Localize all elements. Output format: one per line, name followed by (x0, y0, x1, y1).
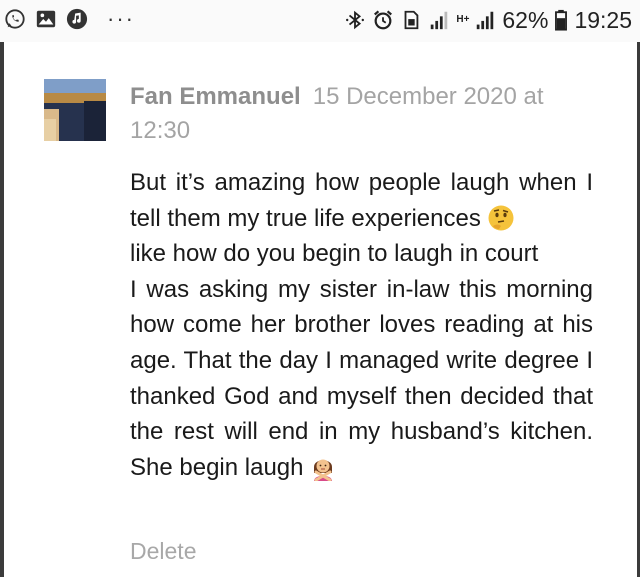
sim-icon (400, 9, 422, 31)
overflow-indicator: ··· (107, 6, 135, 31)
comment-main-paragraph: I was asking my sister in-law this morni… (130, 275, 593, 481)
music-icon (66, 8, 88, 30)
card-border-left (0, 42, 4, 577)
signal-icon (428, 9, 450, 31)
delete-button[interactable]: Delete (130, 534, 196, 568)
thinking-face-emoji-icon (487, 204, 515, 232)
comment-paragraph: I was asking my sister in-law this morni… (130, 272, 593, 486)
woman-gesturing-no-emoji-icon (309, 453, 337, 482)
comment-line-2: like how do you begin to laugh in court (130, 240, 539, 268)
bluetooth-icon (344, 9, 366, 31)
comment-author[interactable]: Fan Emmanuel (130, 83, 301, 110)
comment-paragraph: But it’s amazing how people laugh when I… (130, 165, 593, 236)
alarm-icon (372, 9, 394, 31)
status-bar: ··· H+ 62% 19:25 (0, 0, 640, 42)
battery-icon (554, 9, 568, 31)
comment-line-1: But it’s amazing how people laugh when I… (130, 169, 593, 232)
clock: 19:25 (574, 7, 632, 33)
signal-icon (474, 9, 496, 31)
comment-header: Fan Emmanuel 15 December 2020 at 12:30 (130, 80, 600, 148)
comment-paragraph: like how do you begin to laugh in court (130, 236, 593, 272)
gallery-icon (35, 8, 57, 30)
status-bar-left: ··· (4, 8, 135, 30)
battery-percentage: 62% (502, 7, 549, 33)
avatar[interactable] (44, 79, 106, 141)
network-type-label: H+ (456, 14, 470, 25)
whatsapp-icon (4, 8, 26, 30)
status-bar-right: H+ 62% 19:25 (344, 6, 632, 34)
comment-body: But it’s amazing how people laugh when I… (130, 165, 593, 485)
